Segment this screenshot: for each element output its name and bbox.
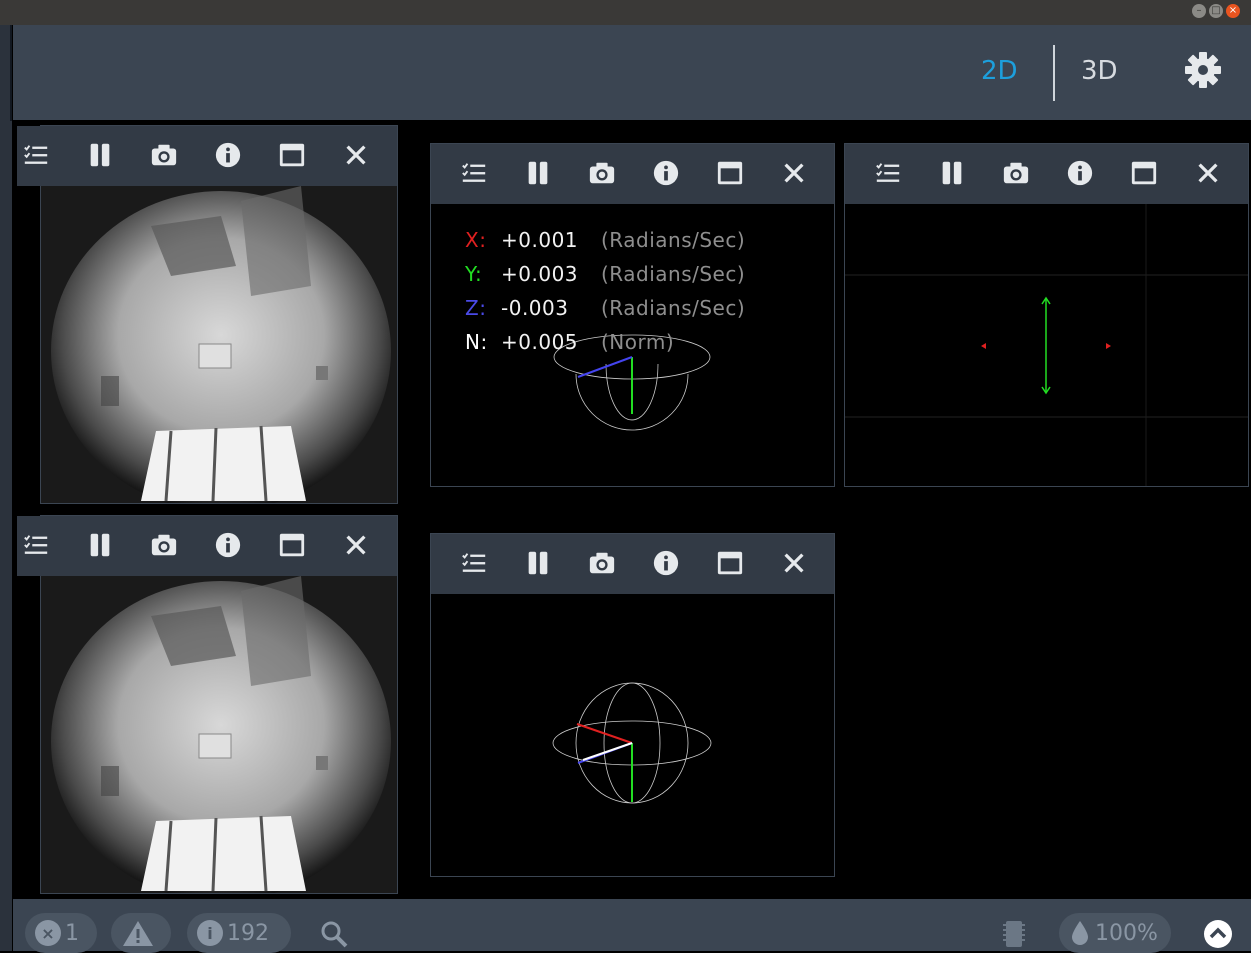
top-toolbar [13,25,1251,120]
chevron-up-icon[interactable] [1203,919,1233,949]
axis-value: -0.003 [501,296,569,320]
accel-sphere [552,682,712,804]
view-2d-button[interactable]: 2D [981,56,1018,86]
axis-value: +0.005 [501,330,579,354]
brightness-badge[interactable]: 100% [1059,913,1171,953]
fisheye-camera-panel-2 [17,515,398,894]
checklist-icon[interactable] [21,530,51,560]
error-icon: × [35,920,61,946]
gyro-panel: X: +0.001 (Radians/Sec) Y: +0.003 (Radians/S… [430,143,835,487]
axis-unit: (Norm) [601,330,675,354]
maximize-button[interactable]: □ [1209,4,1223,18]
info-count: 192 [227,920,269,946]
gyro-row-norm: N: +0.005 (Norm) [465,330,674,354]
panel-toolbar [17,126,397,186]
info-count-badge[interactable]: i 192 [187,913,291,953]
axis-unit: (Radians/Sec) [601,228,746,252]
error-count-badge[interactable]: × 1 [25,913,97,953]
axis-label: N: [465,330,488,354]
close-icon[interactable] [341,140,371,170]
axis-label: Z: [465,296,487,320]
info-icon[interactable] [1065,158,1095,188]
checklist-icon[interactable] [873,158,903,188]
window-icon[interactable] [277,530,307,560]
status-bar: × 1 i 192 100% [13,899,1251,953]
search-icon[interactable] [319,919,349,949]
accel-sphere-panel [430,533,835,877]
close-window-button[interactable]: × [1226,4,1240,18]
view-toggle-separator [1053,45,1055,101]
window-icon[interactable] [277,140,307,170]
window-titlebar: – □ × [0,0,1251,25]
error-count: 1 [65,920,79,946]
axis-unit: (Radians/Sec) [601,262,746,286]
droplet-icon [1072,921,1088,945]
gyro-row-x: X: +0.001 (Radians/Sec) [465,228,745,252]
info-icon[interactable] [213,530,243,560]
info-icon: i [197,920,223,946]
close-icon[interactable] [341,530,371,560]
axis-label: Y: [465,262,483,286]
info-icon[interactable] [213,140,243,170]
camera-icon[interactable] [149,140,179,170]
motion-plot [845,204,1248,486]
sidebar-divider [10,25,12,121]
fisheye-camera-panel-1 [17,125,398,504]
pause-icon[interactable] [937,158,967,188]
axis-value: +0.003 [501,262,579,286]
left-sidebar-collapsed[interactable] [0,25,12,951]
gear-icon[interactable] [1183,50,1223,90]
chip-icon[interactable] [999,919,1029,949]
warning-badge[interactable] [111,913,171,953]
gyro-row-z: Z: -0.003 (Radians/Sec) [465,296,745,320]
camera-icon[interactable] [149,530,179,560]
pause-icon[interactable] [85,530,115,560]
checklist-icon[interactable] [21,140,51,170]
close-icon[interactable] [1193,158,1223,188]
panel-toolbar [845,144,1248,204]
zoom-value: 100% [1095,920,1158,946]
camera-icon[interactable] [1001,158,1031,188]
axis-label: X: [465,228,487,252]
motion-plot-panel [844,143,1249,487]
gyro-row-y: Y: +0.003 (Radians/Sec) [465,262,745,286]
window-icon[interactable] [1129,158,1159,188]
axis-value: +0.001 [501,228,579,252]
panel-toolbar [17,516,397,576]
warning-icon [123,921,153,946]
pause-icon[interactable] [85,140,115,170]
view-3d-button[interactable]: 3D [1081,56,1118,86]
axis-unit: (Radians/Sec) [601,296,746,320]
gyro-readout: X: +0.001 (Radians/Sec) Y: +0.003 (Radians/S… [465,228,805,368]
minimize-button[interactable]: – [1192,4,1206,18]
